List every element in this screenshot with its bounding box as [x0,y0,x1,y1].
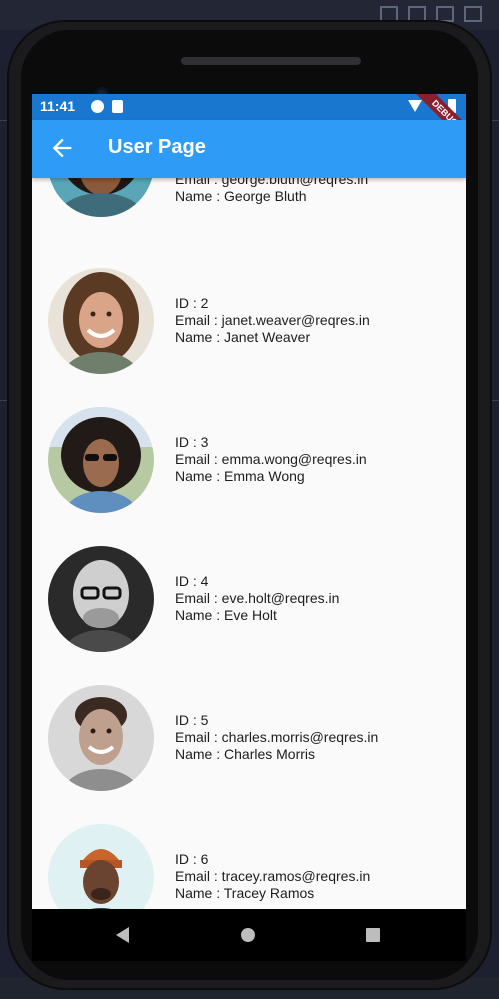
user-name: Name : Janet Weaver [175,329,311,345]
app-bar: User Page [32,120,466,178]
user-info: ID : 2 Email : janet.weaver@reqres.in Na… [175,295,370,346]
user-id: ID : 5 [175,712,209,728]
sd-card-icon [112,100,123,113]
user-id: ID : 4 [175,573,209,589]
user-info: Email : george.bluth@reqres.in Name : Ge… [175,178,368,205]
avatar [48,546,154,652]
user-name: Name : Tracey Ramos [175,885,315,901]
square-recents-icon[interactable] [366,928,380,942]
avatar [48,685,154,791]
list-item[interactable]: ID : 4 Email : eve.holt@reqres.in Name :… [32,546,466,685]
user-info: ID : 3 Email : emma.wong@reqres.in Name … [175,434,367,485]
list-item[interactable]: ID : 2 Email : janet.weaver@reqres.in Na… [32,268,466,407]
list-item[interactable]: ID : 5 Email : charles.morris@reqres.in … [32,685,466,824]
triangle-back-icon[interactable] [116,927,129,943]
status-bar: 11:41 DEBUG [32,94,466,150]
status-time: 11:41 [40,98,76,114]
user-email: Email : george.bluth@reqres.in [175,178,369,187]
user-name: Name : George Bluth [175,188,307,204]
user-email: Email : tracey.ramos@reqres.in [175,868,371,884]
speaker-grille [181,57,361,65]
system-nav-bar [32,909,466,961]
user-email: Email : janet.weaver@reqres.in [175,312,370,328]
user-email: Email : eve.holt@reqres.in [175,590,340,606]
list-item[interactable]: ID : 6 Email : tracey.ramos@reqres.in Na… [32,824,466,909]
page-title: User Page [108,136,206,158]
layout-icon[interactable] [464,6,482,22]
list-item[interactable]: Email : george.bluth@reqres.in Name : Ge… [32,178,466,250]
avatar [48,268,154,374]
user-email: Email : emma.wong@reqres.in [175,451,367,467]
user-id: ID : 2 [175,295,209,311]
user-name: Name : Eve Holt [175,607,277,623]
user-info: ID : 5 Email : charles.morris@reqres.in … [175,712,378,763]
list-item[interactable]: ID : 3 Email : emma.wong@reqres.in Name … [32,407,466,546]
user-info: ID : 4 Email : eve.holt@reqres.in Name :… [175,573,339,624]
user-id: ID : 3 [175,434,209,450]
user-id: ID : 6 [175,851,209,867]
circle-home-icon[interactable] [241,928,255,942]
user-name: Name : Emma Wong [175,468,305,484]
user-info: ID : 6 Email : tracey.ramos@reqres.in Na… [175,851,370,902]
wifi-icon [408,100,422,112]
avatar [48,824,154,909]
user-name: Name : Charles Morris [175,746,316,762]
avatar [48,407,154,513]
arrow-back-icon[interactable] [48,134,76,162]
notification-icon [91,100,104,113]
avatar [48,178,154,217]
app-screen: 11:41 DEBUG User Page Email: george.blu… [32,94,466,909]
user-email: Email : charles.morris@reqres.in [175,729,379,745]
user-list[interactable]: Email : george.bluth@reqres.in Name : Ge… [32,178,466,909]
